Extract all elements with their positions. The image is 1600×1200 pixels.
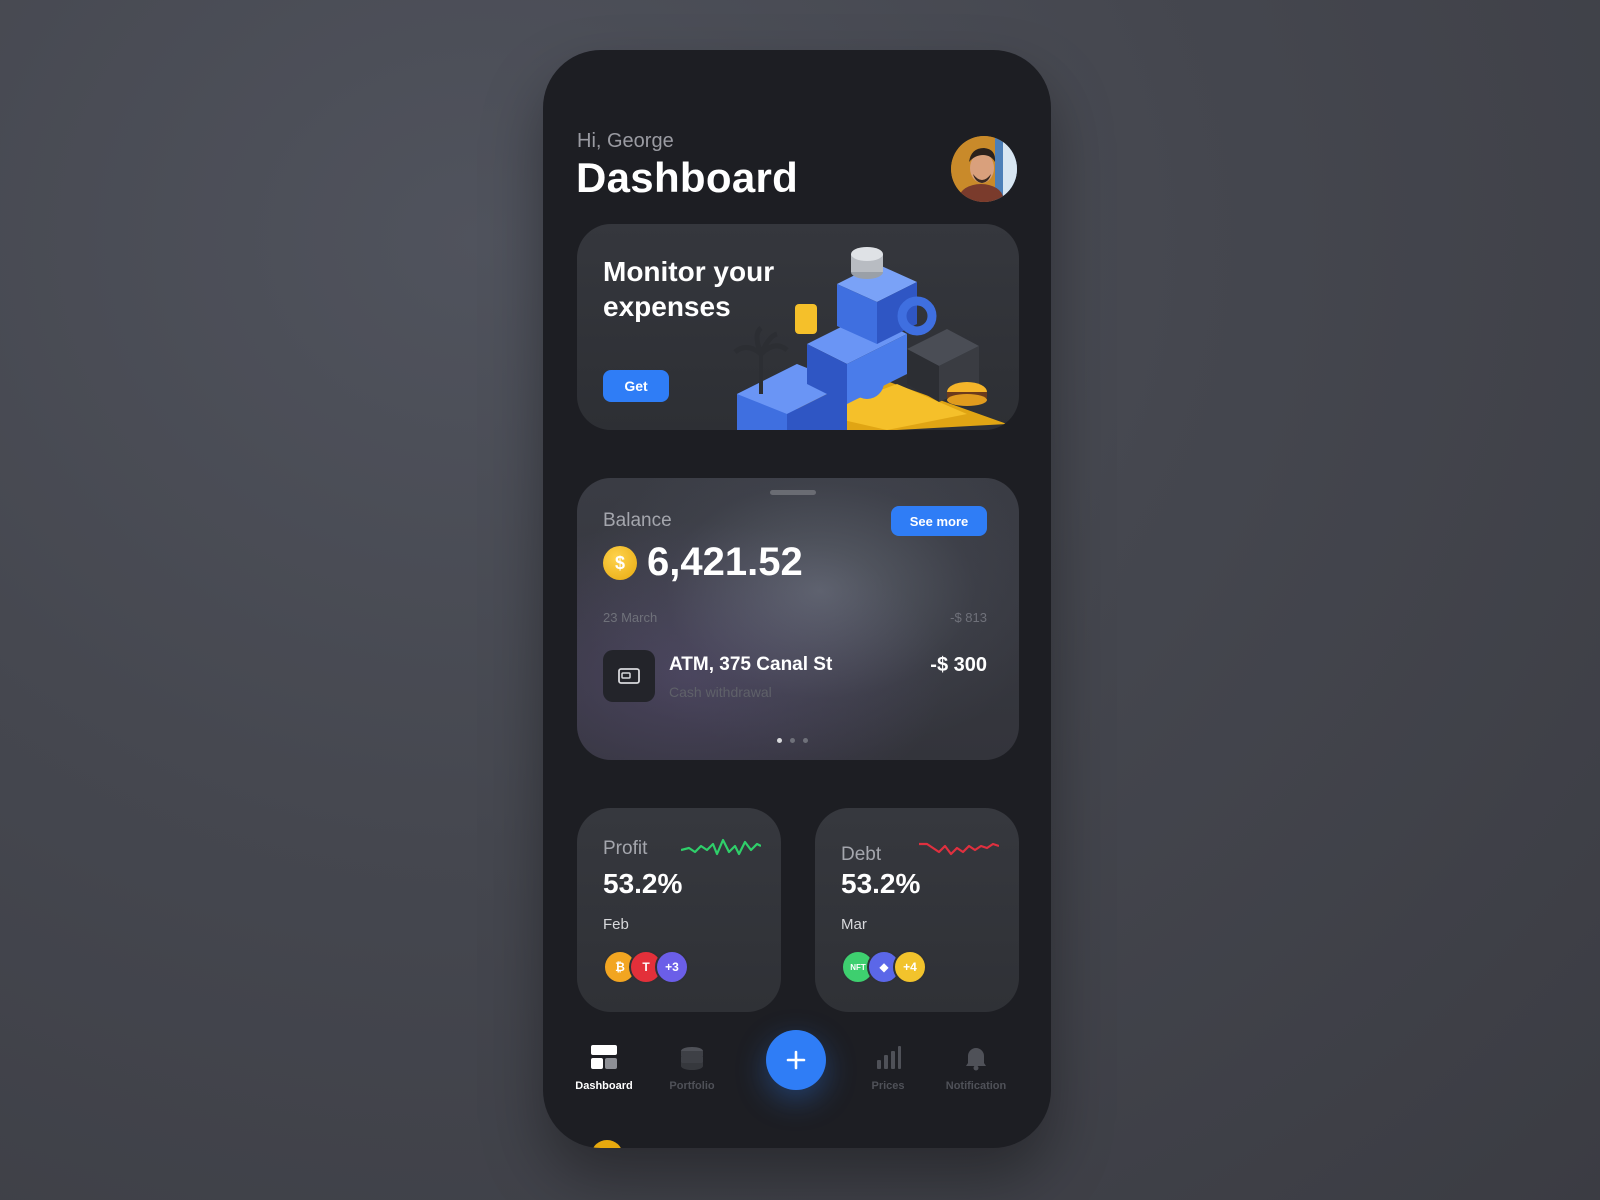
profit-card[interactable]: Profit 53.2% Feb ₿ T +3 [577,808,781,1012]
add-button[interactable] [766,1030,826,1090]
debt-card[interactable]: Debt 53.2% Mar NFT ◆ +4 [815,808,1019,1012]
notification-icon [959,1040,993,1074]
transaction-title[interactable]: ATM, 375 Canal St [669,654,832,676]
bottom-nav: Dashboard Portfolio Prices Notification [543,1030,1051,1120]
dollar-coin-icon: $ [603,546,637,580]
profit-value: 53.2% [603,868,683,899]
page-title: Dashboard [576,154,799,201]
page-dot[interactable] [777,738,782,743]
nav-item-notification[interactable]: Notification [931,1040,1021,1092]
avatar[interactable] [951,136,1017,202]
transaction-date: 23 March [603,610,658,625]
balance-label: Balance [603,510,672,531]
see-more-button[interactable]: See more [891,506,987,536]
nav-item-dashboard[interactable]: Dashboard [559,1040,649,1092]
atm-card-icon [603,650,655,702]
transaction-amount: -$ 300 [930,654,987,676]
nav-label: Dashboard [575,1080,633,1092]
greeting: Hi, George [577,130,674,152]
promo-card[interactable]: Monitor your expenses Get [577,224,1019,430]
coin-peek-icon [591,1140,623,1148]
profit-label: Profit [603,838,648,859]
nav-label: Notification [945,1080,1007,1092]
get-button[interactable]: Get [603,370,669,402]
drag-handle[interactable] [770,490,816,495]
date-total: -$ 813 [950,610,987,625]
nav-item-portfolio[interactable]: Portfolio [647,1040,737,1092]
nav-label: Portfolio [669,1080,715,1092]
transaction-subtitle: Cash withdrawal [669,684,772,700]
prices-icon [871,1040,905,1074]
page-dot[interactable] [790,738,795,743]
balance-amount: 6,421.52 [647,540,803,584]
page-dot[interactable] [803,738,808,743]
plus-icon [786,1050,806,1070]
nav-label: Prices [871,1080,905,1092]
more-assets-badge: +4 [893,950,927,984]
debt-month: Mar [841,916,867,933]
debt-value: 53.2% [841,868,921,899]
debt-label: Debt [841,844,882,865]
nav-item-prices[interactable]: Prices [843,1040,933,1092]
date-row: 23 March -$ 813 [603,610,987,625]
debt-sparkline-icon [919,842,999,856]
page-indicator[interactable] [777,738,808,743]
isometric-illustration-icon [733,247,1007,430]
phone-frame: Hi, George Dashboard Monitor your expens… [543,50,1051,1148]
balance-card: Balance See more $ 6,421.52 23 March -$ … [577,478,1019,760]
profit-sparkline-icon [681,838,761,856]
profit-month: Feb [603,916,629,933]
portfolio-icon [675,1040,709,1074]
more-assets-badge: +3 [655,950,689,984]
dashboard-icon [587,1040,621,1074]
